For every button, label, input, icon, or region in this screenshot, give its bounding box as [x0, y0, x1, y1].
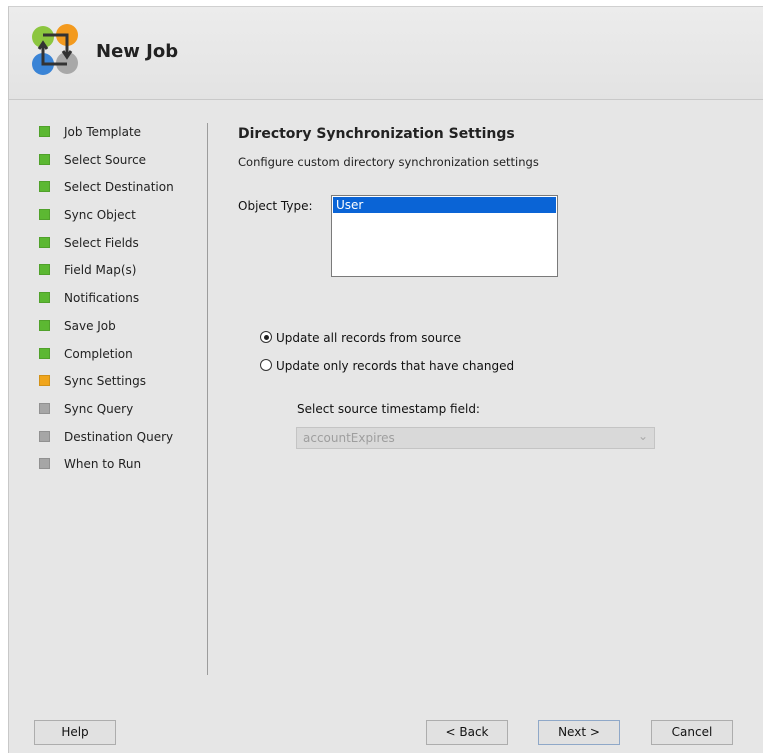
- step-current-icon: [39, 375, 50, 387]
- step-complete-icon: [39, 264, 50, 276]
- chevron-down-icon: ⌄: [637, 429, 648, 443]
- timestamp-field-value: accountExpires: [303, 431, 395, 445]
- workflow-logo-icon: [32, 24, 78, 75]
- back-button[interactable]: < Back: [426, 720, 508, 745]
- step-complete-icon: [39, 181, 50, 193]
- radio-unchecked-icon[interactable]: [260, 359, 272, 371]
- step-complete-icon: [39, 347, 50, 359]
- cancel-button[interactable]: Cancel: [651, 720, 733, 745]
- step-pending-icon: [39, 458, 50, 470]
- help-button[interactable]: Help: [34, 720, 116, 745]
- update-changed-label[interactable]: Update only records that have changed: [276, 357, 514, 375]
- next-button[interactable]: Next >: [538, 720, 620, 745]
- object-type-listbox[interactable]: User: [331, 195, 558, 277]
- step-complete-icon: [39, 153, 50, 165]
- section-description: Configure custom directory synchronizati…: [238, 155, 539, 169]
- divider: [207, 123, 208, 675]
- section-title: Directory Synchronization Settings: [238, 126, 515, 142]
- page-title: New Job: [96, 41, 179, 62]
- step-complete-icon: [39, 236, 50, 248]
- step-pending-icon: [39, 402, 50, 414]
- step-complete-icon: [39, 126, 50, 137]
- header: New Job: [9, 7, 763, 100]
- timestamp-field-select[interactable]: accountExpires ⌄: [296, 427, 655, 449]
- step-complete-icon: [39, 292, 50, 304]
- step-pending-icon: [39, 430, 50, 442]
- update-all-label[interactable]: Update all records from source: [276, 329, 461, 347]
- object-type-label: Object Type:: [238, 199, 313, 213]
- step-complete-icon: [39, 319, 50, 331]
- step-complete-icon: [39, 209, 50, 221]
- timestamp-field-label: Select source timestamp field:: [297, 402, 480, 416]
- wizard-window: New Job Job Template Select Source Selec…: [8, 6, 763, 753]
- object-type-option-user[interactable]: User: [333, 197, 556, 213]
- radio-checked-icon[interactable]: [260, 331, 272, 343]
